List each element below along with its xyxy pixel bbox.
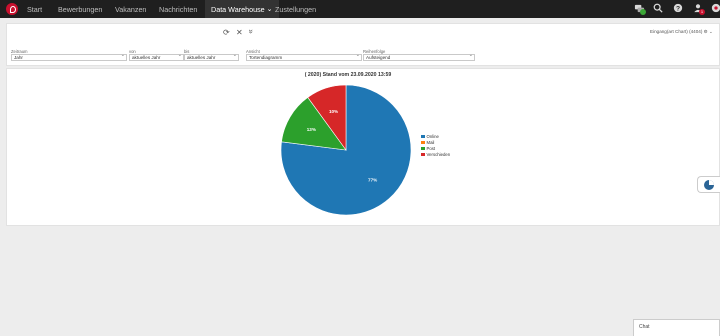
legend-label-post: Post [426, 146, 436, 151]
legend-item-mail: Mail [421, 140, 434, 145]
legend-item-verschieden: Verschieden [421, 152, 450, 157]
pie-chart-icon [704, 180, 714, 190]
avatar-icon [711, 3, 720, 13]
legend-swatch-mail [421, 140, 425, 145]
legend-swatch-online [421, 134, 425, 139]
status-badge [640, 9, 646, 15]
reihenfolge-select[interactable]: Aufsteigend [363, 53, 475, 61]
filter-panel: ⟳ ✕ » Eingang(art Chart) (4404) ⚙ ⌄ Zeit… [6, 23, 720, 66]
help-icon[interactable]: ? [672, 3, 684, 15]
top-navigation-bar: Start Bewerbungen Vakanzen Nachrichten D… [0, 0, 720, 18]
chart-selector[interactable]: Eingang(art Chart) (4404) ⚙ ⌄ [650, 29, 713, 35]
chevron-down-icon: ⌄ [266, 6, 273, 13]
legend-swatch-verschieden [421, 152, 425, 157]
von-select[interactable]: aktuelles Jahr [129, 53, 184, 61]
nav-item-start[interactable]: Start [27, 0, 42, 18]
bis-select[interactable]: aktuelles Jahr [184, 53, 239, 61]
notification-count-badge: 1 [699, 9, 705, 15]
app-logo[interactable] [6, 3, 18, 15]
legend-item-online: Online [421, 134, 439, 139]
zeitraum-select[interactable]: Jahr [11, 53, 127, 61]
search-icon[interactable] [652, 3, 664, 15]
ansicht-select[interactable]: Tortendiagramm [246, 53, 362, 61]
expand-icon[interactable]: » [247, 29, 256, 33]
legend-item-post: Post [421, 146, 435, 151]
nav-item-data-warehouse-label: Data Warehouse [211, 4, 265, 14]
legend-label-verschieden: Verschieden [426, 152, 451, 157]
close-icon[interactable]: ✕ [236, 28, 243, 37]
chat-widget[interactable]: Chat [633, 319, 720, 336]
legend-label-online: Online [426, 134, 439, 139]
chart-panel [6, 68, 720, 226]
chart-title: ( 2020) Stand vom 23.09.2020 13:59 [304, 72, 392, 78]
question-circle-icon: ? [673, 3, 683, 13]
refresh-icon[interactable]: ⟳ [223, 28, 230, 37]
nav-item-data-warehouse[interactable]: Data Warehouse ⌄ [205, 0, 279, 18]
nav-item-vakanzen[interactable]: Vakanzen [115, 0, 146, 18]
legend-label-mail: Mail [426, 140, 435, 145]
magnifier-icon [653, 3, 663, 13]
nav-item-bewerbungen[interactable]: Bewerbungen [58, 0, 102, 18]
svg-text:?: ? [676, 6, 680, 13]
chart-type-side-button[interactable] [697, 176, 720, 193]
nav-item-nachrichten[interactable]: Nachrichten [159, 0, 197, 18]
legend-swatch-post [421, 146, 425, 151]
nav-item-zustellungen[interactable]: Zustellungen [275, 0, 316, 18]
user-avatar-icon[interactable] [710, 3, 720, 15]
